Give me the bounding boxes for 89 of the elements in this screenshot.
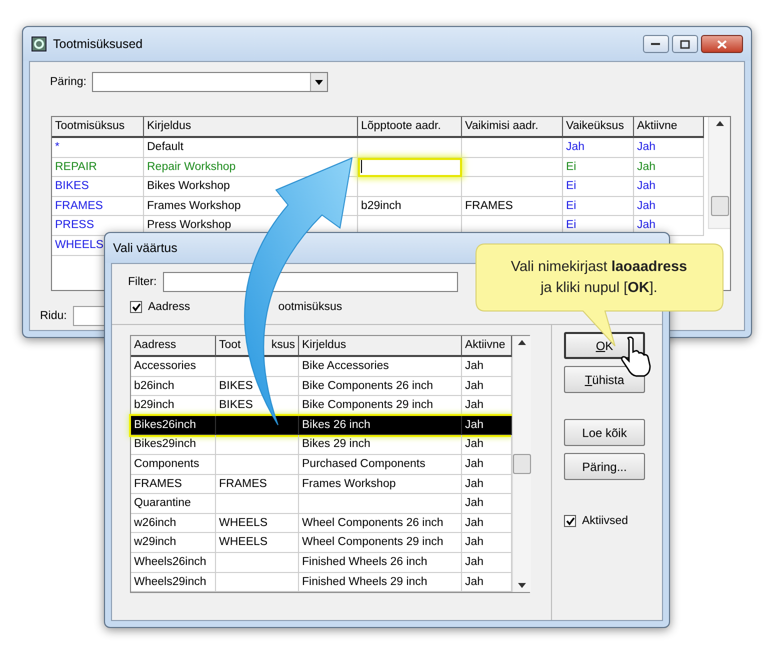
table-cell: Finished Wheels 26 inch — [299, 552, 462, 573]
close-button[interactable] — [701, 35, 743, 53]
table-cell: Purchased Components — [299, 454, 462, 475]
scroll-thumb[interactable] — [710, 196, 728, 216]
table-row[interactable]: * Default Jah Jah — [52, 138, 708, 158]
maximize-button[interactable] — [672, 35, 698, 53]
cell-editor-field[interactable] — [358, 158, 462, 178]
table-row[interactable]: Bikes29inch Bikes 29 inch Jah — [131, 435, 512, 455]
table-cell: Jah — [634, 158, 704, 178]
table-cell: Ei — [563, 196, 634, 216]
scroll-up-icon[interactable] — [518, 340, 526, 345]
checkbox-label: Aktiivsed — [582, 515, 628, 527]
table-row[interactable]: w29inch WHEELS Wheel Components 29 inch Jah — [131, 533, 512, 553]
scroll-up-icon[interactable] — [716, 121, 724, 126]
table-cell: Finished Wheels 29 inch — [299, 572, 462, 592]
column-header[interactable]: Vaikimisi aadr. — [462, 117, 563, 138]
checkbox[interactable] — [130, 301, 142, 313]
column-header[interactable]: Tootmisüksus — [52, 117, 144, 138]
column-header[interactable]: Aktiivne — [634, 117, 704, 138]
table-cell: Bike Components 26 inch — [299, 376, 462, 396]
scroll-thumb[interactable] — [513, 454, 531, 474]
dropdown-arrow-icon — [315, 80, 324, 84]
option-label: ootmisüksus — [278, 301, 342, 313]
dialog-button[interactable]: Päring... — [564, 453, 645, 480]
table-row[interactable]: Components Purchased Components Jah — [131, 454, 512, 475]
table-cell: Components — [131, 454, 216, 475]
query-dropdown[interactable] — [92, 72, 328, 92]
table-cell: Ei — [563, 158, 634, 178]
filter-field[interactable] — [162, 272, 458, 292]
dialog-button[interactable]: Loe kõik — [564, 419, 645, 446]
table-cell: * — [52, 138, 144, 158]
table-cell: Bikes 26 inch — [299, 416, 462, 436]
table-cell: Bikes26inch — [131, 416, 216, 436]
table-cell: Ei — [563, 177, 634, 197]
table-row[interactable]: w26inch WHEELS Wheel Components 26 inch Jah — [131, 514, 512, 534]
table-cell: Frames Workshop — [299, 474, 462, 494]
column-header[interactable]: Aadress — [131, 336, 216, 357]
app-icon — [31, 36, 47, 52]
column-header[interactable]: Vaikeüksus — [563, 117, 634, 138]
table-cell: FRAMES — [216, 474, 299, 494]
table-cell: b29inch — [358, 196, 462, 216]
dialog-button[interactable]: Tühista — [564, 366, 645, 393]
maximize-icon — [680, 40, 690, 48]
table-row[interactable]: Wheels29inch Finished Wheels 29 inch Jah — [131, 572, 512, 592]
table-cell: Jah — [634, 196, 704, 216]
window-title: Tootmisüksused — [53, 37, 143, 51]
table-row[interactable]: FRAMES FRAMES Frames Workshop Jah — [131, 474, 512, 494]
table-cell: Wheels29inch — [131, 572, 216, 592]
filter-label: Filter: — [128, 276, 157, 288]
column-header[interactable]: Kirjeldus — [144, 117, 358, 138]
table-cell: Accessories — [131, 357, 216, 377]
scrollbar[interactable] — [512, 336, 531, 592]
table-cell: BIKES — [52, 177, 144, 197]
table-cell: Bikes29inch — [131, 435, 216, 455]
table-row[interactable]: Wheels26inch Finished Wheels 26 inch Jah — [131, 552, 512, 573]
table-cell: WHEELS — [216, 514, 299, 534]
column-header[interactable]: Aktiivne — [462, 336, 512, 357]
minimize-button[interactable] — [643, 35, 669, 53]
table-cell: Jah — [563, 138, 634, 158]
table-cell: WHEELS — [216, 533, 299, 553]
scrollbar[interactable] — [708, 117, 730, 229]
table-cell: Wheel Components 26 inch — [299, 514, 462, 534]
column-header[interactable]: Kirjeldus — [299, 336, 462, 357]
callout-text: Vali nimekirjast laoaadress ja kliki nupul [OK]. — [510, 258, 688, 298]
table-cell: b26inch — [131, 376, 216, 396]
table-row[interactable]: Bikes26inch Bikes 26 inch Jah — [131, 416, 512, 436]
table-cell: Default — [144, 138, 358, 158]
checkbox[interactable] — [564, 515, 576, 527]
table-row[interactable]: Quarantine Jah — [131, 494, 512, 514]
column-header[interactable]: Lõpptoote aadr. — [358, 117, 462, 138]
minimize-icon — [651, 42, 661, 46]
close-icon — [717, 40, 727, 48]
table-cell: Wheels26inch — [131, 552, 216, 573]
table-cell: Bike Accessories — [299, 357, 462, 377]
table-cell: w26inch — [131, 514, 216, 534]
table-cell: REPAIR — [52, 158, 144, 178]
query-label: Päring: — [50, 76, 86, 88]
table-cell: FRAMES — [131, 474, 216, 494]
table-cell: FRAMES — [52, 196, 144, 216]
table-cell: Quarantine — [131, 494, 216, 514]
checkbox-label: Aadress — [148, 301, 190, 313]
table-cell: w29inch — [131, 533, 216, 553]
row-count-label: Ridu: — [40, 310, 67, 322]
table-cell: Wheel Components 29 inch — [299, 533, 462, 553]
scroll-down-icon[interactable] — [518, 583, 526, 588]
table-cell: Jah — [634, 138, 704, 158]
table-cell: Jah — [634, 177, 704, 197]
table-cell: Bikes 29 inch — [299, 435, 462, 455]
table-cell: FRAMES — [462, 196, 563, 216]
